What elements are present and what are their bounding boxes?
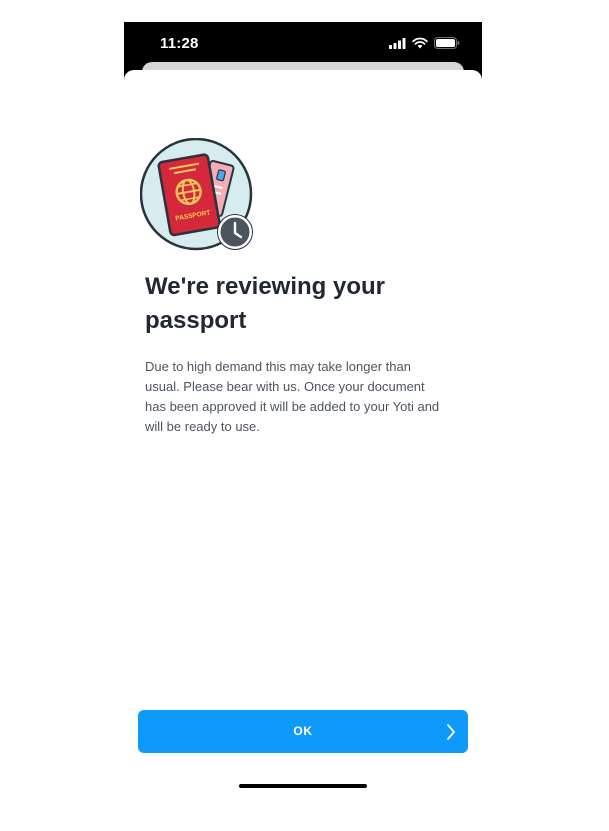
modal-sheet: PASSPORT We're reviewing your passport D…	[124, 70, 482, 812]
ok-button-label: OK	[293, 724, 313, 738]
status-time: 11:28	[160, 35, 199, 52]
page-title: We're reviewing your passport	[145, 273, 386, 334]
chevron-right-icon	[447, 724, 455, 740]
wifi-icon	[412, 37, 428, 49]
cellular-signal-icon	[389, 37, 406, 49]
battery-icon	[434, 37, 460, 49]
status-icons	[389, 37, 460, 49]
home-indicator[interactable]	[239, 784, 367, 788]
phone-screen: 11:28 PASSPORT We're reviewing your pass…	[124, 22, 482, 812]
status-bar: 11:28	[124, 22, 482, 66]
passport-review-icon: PASSPORT	[140, 138, 253, 251]
ok-button[interactable]: OK	[138, 710, 468, 753]
description-text: Due to high demand this may take longer …	[145, 359, 440, 434]
